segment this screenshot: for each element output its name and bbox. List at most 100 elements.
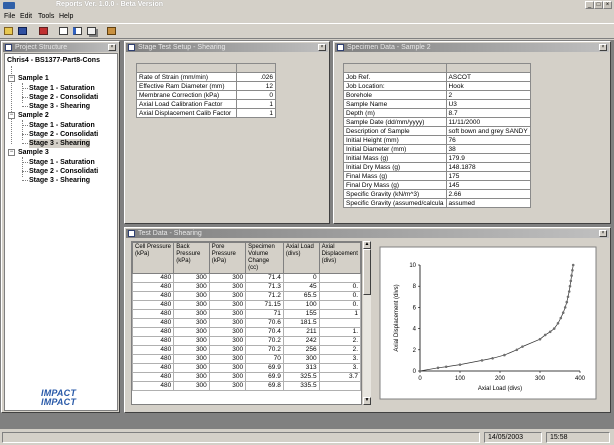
table-cell[interactable]: 300: [173, 327, 210, 337]
table-cell[interactable]: 300: [208, 363, 247, 373]
table-cell[interactable]: 300: [173, 273, 210, 283]
table-cell[interactable]: 300: [282, 354, 320, 364]
table-cell[interactable]: 300: [208, 336, 247, 346]
table-cell[interactable]: 480: [132, 282, 175, 292]
table-cell[interactable]: 1: [318, 309, 361, 319]
setup-value[interactable]: 1: [236, 99, 276, 109]
table-cell[interactable]: 71.2: [245, 291, 284, 301]
table-row[interactable]: 480 300 300 71.4 0: [132, 273, 361, 283]
tree-stage[interactable]: Stage 2 - Consolidati: [29, 93, 98, 102]
tree-stage[interactable]: Stage 2 - Consolidati: [29, 130, 98, 139]
column-header[interactable]: Specimen Volume Change (cc): [245, 242, 284, 274]
panel-title-bar[interactable]: Specimen Data - Sample 2 ×: [335, 43, 609, 52]
tree-stage[interactable]: Stage 1 - Saturation: [29, 84, 95, 93]
table-cell[interactable]: 70.4: [245, 327, 284, 337]
table-row[interactable]: 480 300 300 69.8 335.5: [132, 381, 361, 391]
table-cell[interactable]: 0.: [318, 291, 361, 301]
table-cell[interactable]: 71.15: [245, 300, 284, 310]
table-cell[interactable]: 300: [173, 363, 210, 373]
menu-file[interactable]: File: [4, 13, 15, 20]
table-cell[interactable]: 1.: [318, 327, 361, 337]
open-folder-button[interactable]: [3, 26, 15, 37]
table-cell[interactable]: 300: [173, 372, 210, 382]
table-cell[interactable]: 300: [208, 354, 247, 364]
table-row[interactable]: 480 300 300 70.2 242 2.: [132, 336, 361, 346]
table-row[interactable]: 480 300 300 70.4 211 1.: [132, 327, 361, 337]
table-row[interactable]: 480 300 300 70.6 181.5: [132, 318, 361, 328]
table-cell[interactable]: [318, 273, 361, 283]
specimen-value[interactable]: 2: [445, 90, 531, 100]
table-cell[interactable]: 300: [208, 291, 247, 301]
table-row[interactable]: 480 300 300 71.2 65.5 0.: [132, 291, 361, 301]
table-cell[interactable]: 480: [132, 372, 175, 382]
table-row[interactable]: 480 300 300 69.9 325.5 3.7: [132, 372, 361, 382]
table-cell[interactable]: 300: [208, 318, 247, 328]
table-row[interactable]: 480 300 300 71.3 45 0.: [132, 282, 361, 292]
specimen-value[interactable]: 145: [445, 180, 531, 190]
maximize-button[interactable]: □: [594, 1, 603, 9]
app-icon[interactable]: [3, 2, 15, 9]
setup-value[interactable]: 1: [236, 108, 276, 118]
table-cell[interactable]: 300: [173, 345, 210, 355]
column-header[interactable]: Axial Load (divs): [282, 242, 320, 274]
minimize-button[interactable]: _: [585, 1, 594, 9]
table-cell[interactable]: 480: [132, 309, 175, 319]
table-cell[interactable]: 480: [132, 327, 175, 337]
table-cell[interactable]: 70: [245, 354, 284, 364]
collapse-icon[interactable]: −: [8, 149, 15, 156]
table-cell[interactable]: 3.: [318, 363, 361, 373]
specimen-value[interactable]: 76: [445, 135, 531, 145]
table-cell[interactable]: 300: [208, 345, 247, 355]
tree-stage[interactable]: Stage 1 - Saturation: [29, 121, 95, 130]
copy-button[interactable]: [86, 26, 98, 37]
table-cell[interactable]: 69.9: [245, 363, 284, 373]
table-cell[interactable]: 211: [282, 327, 320, 337]
table-cell[interactable]: 480: [132, 336, 175, 346]
panel-title-bar[interactable]: Test Data - Shearing ×: [126, 229, 609, 238]
table-row[interactable]: 480 300 300 70 300 3.: [132, 354, 361, 364]
table-cell[interactable]: 65.5: [282, 291, 320, 301]
column-header[interactable]: Back Pressure (kPa): [173, 242, 210, 274]
table-cell[interactable]: 3.: [318, 354, 361, 364]
column-header[interactable]: Pore Pressure (kPa): [208, 242, 247, 274]
table-cell[interactable]: 480: [132, 273, 175, 283]
table-cell[interactable]: 300: [173, 354, 210, 364]
scroll-thumb[interactable]: [363, 249, 371, 295]
table-cell[interactable]: 480: [132, 363, 175, 373]
tree-sample-2[interactable]: Sample 2: [18, 111, 49, 120]
table-cell[interactable]: 480: [132, 291, 175, 301]
table-cell[interactable]: 2.: [318, 336, 361, 346]
table-cell[interactable]: 70.2: [245, 345, 284, 355]
table-cell[interactable]: 0.: [318, 300, 361, 310]
table-cell[interactable]: [318, 318, 361, 328]
table-cell[interactable]: 300: [173, 318, 210, 328]
specimen-value[interactable]: U3: [445, 99, 531, 109]
specimen-value[interactable]: Hook: [445, 81, 531, 91]
table-cell[interactable]: 0.: [318, 282, 361, 292]
tree-sample-1[interactable]: Sample 1: [18, 74, 49, 83]
table-row[interactable]: 480 300 300 71 155 1: [132, 309, 361, 319]
specimen-value[interactable]: assumed: [445, 198, 531, 208]
panel-title-bar[interactable]: Stage Test Setup - Shearing ×: [126, 43, 328, 52]
table-cell[interactable]: 3.7: [318, 372, 361, 382]
table-cell[interactable]: 300: [173, 300, 210, 310]
table-cell[interactable]: 242: [282, 336, 320, 346]
exit-button[interactable]: [106, 26, 118, 37]
specimen-value[interactable]: ASCOT: [445, 72, 531, 82]
tree-stage[interactable]: Stage 3 - Shearing: [29, 176, 90, 185]
specimen-value[interactable]: 11/11/2000: [445, 117, 531, 127]
setup-value[interactable]: 0: [236, 90, 276, 100]
table-cell[interactable]: 155: [282, 309, 320, 319]
table-cell[interactable]: 313: [282, 363, 320, 373]
panel-close-button[interactable]: ×: [599, 230, 607, 237]
table-cell[interactable]: 69.9: [245, 372, 284, 382]
table-cell[interactable]: 70.2: [245, 336, 284, 346]
table-cell[interactable]: 300: [208, 327, 247, 337]
table-cell[interactable]: 71.4: [245, 273, 284, 283]
table-cell[interactable]: 300: [173, 381, 210, 391]
table-cell[interactable]: [318, 381, 361, 391]
setup-value[interactable]: .026: [236, 72, 276, 82]
table-cell[interactable]: 300: [173, 309, 210, 319]
table-cell[interactable]: 70.6: [245, 318, 284, 328]
table-cell[interactable]: 300: [208, 282, 247, 292]
